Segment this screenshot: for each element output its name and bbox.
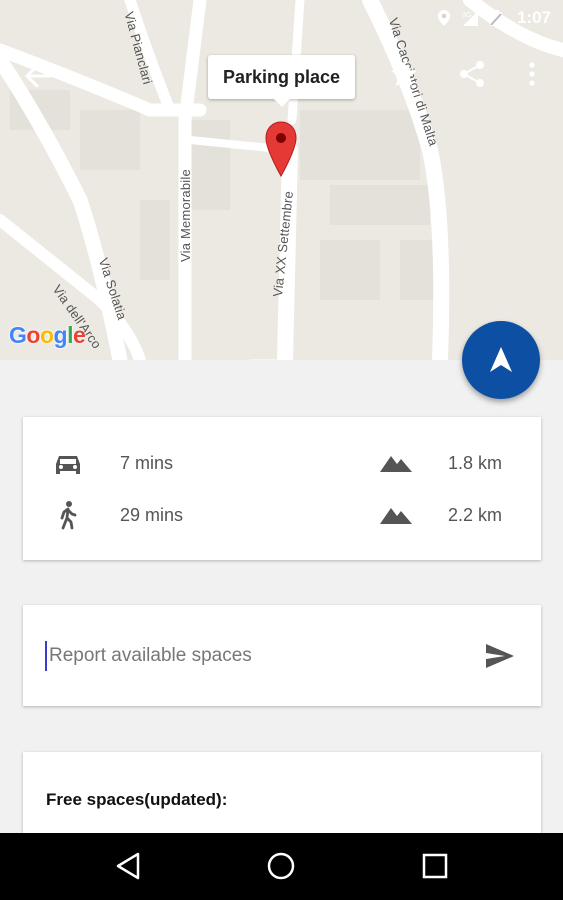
street-label: Via Memorabile: [178, 169, 193, 262]
app-bar: [0, 48, 563, 104]
walk-duration: 29 mins: [120, 504, 184, 525]
more-options-icon[interactable]: [520, 58, 544, 90]
location-icon: [437, 10, 450, 26]
navigate-button[interactable]: [462, 321, 540, 399]
terrain-icon: [380, 456, 412, 472]
car-distance: 1.8 km: [448, 452, 503, 473]
svg-text:3G: 3G: [462, 12, 471, 19]
walk-row: 29 mins 2.2 km: [23, 495, 541, 535]
free-spaces-card: Free spaces(updated):: [23, 752, 541, 842]
navigation-arrow-icon: [490, 347, 512, 372]
free-spaces-title: Free spaces(updated):: [46, 790, 228, 809]
walk-icon: [60, 501, 77, 530]
car-duration: 7 mins: [120, 452, 174, 473]
map-pin-icon[interactable]: [264, 120, 298, 178]
car-icon: [56, 456, 80, 474]
share-icon[interactable]: [456, 58, 488, 90]
send-icon[interactable]: [483, 641, 517, 671]
walk-distance: 2.2 km: [448, 504, 503, 525]
system-navigation-bar: [0, 833, 563, 900]
clock: 1:07: [516, 8, 551, 27]
star-icon[interactable]: [388, 58, 420, 90]
google-logo: Google: [9, 322, 86, 348]
car-row: 7 mins 1.8 km: [23, 443, 541, 483]
nav-back-icon[interactable]: [114, 851, 142, 881]
back-arrow-icon[interactable]: [18, 58, 58, 94]
report-input[interactable]: [45, 641, 465, 671]
terrain-icon: [380, 508, 412, 524]
travel-info-card: 7 mins 1.8 km 29 mins 2.2 km: [23, 417, 541, 560]
status-bar: 3G 1:07: [0, 0, 563, 36]
nav-recents-icon[interactable]: [422, 853, 448, 879]
nav-home-icon[interactable]: [266, 851, 296, 881]
signal-icon: 3G: [462, 11, 478, 26]
battery-icon: [489, 10, 502, 26]
report-card: [23, 605, 541, 706]
